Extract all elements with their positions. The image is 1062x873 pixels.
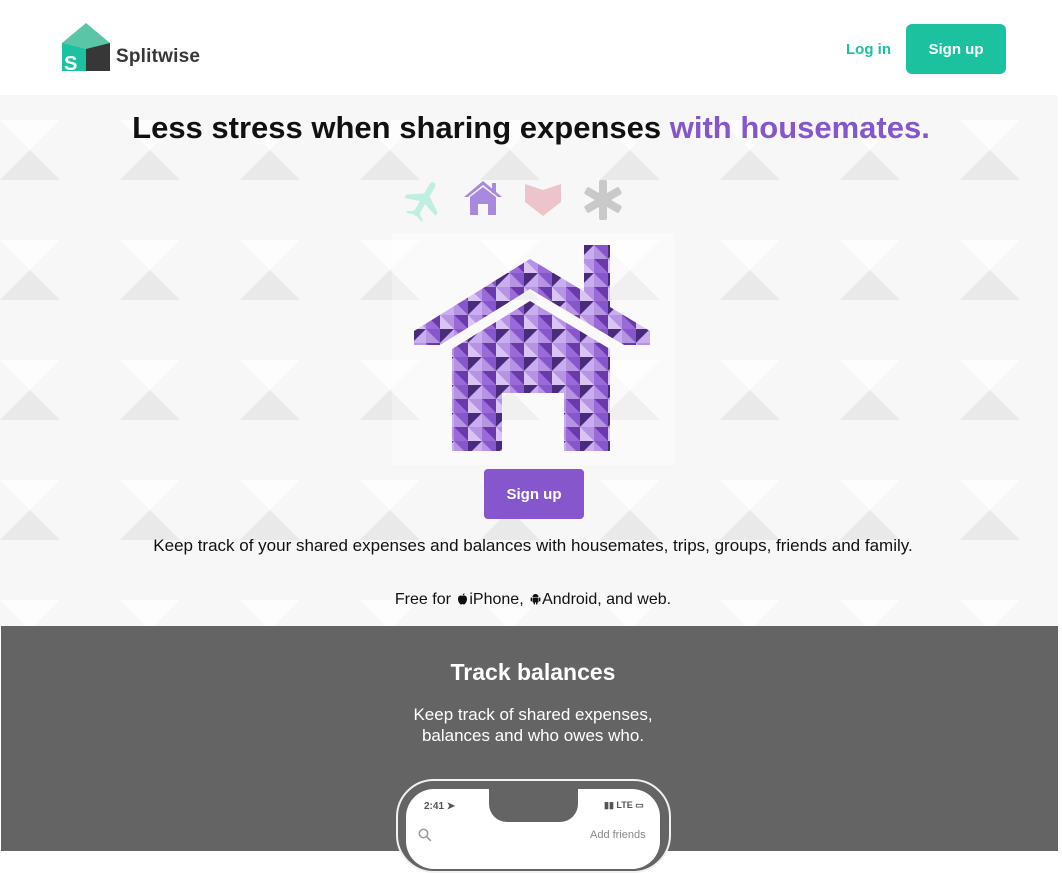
feature-description-line1: Keep track of shared expenses, (413, 705, 653, 724)
battery-icon: ▭ (635, 800, 644, 810)
airplane-icon[interactable] (404, 178, 444, 222)
headline-accent: with housemates. (669, 110, 930, 145)
feature-description: Keep track of shared expenses, balances … (383, 704, 683, 746)
logo-text: Splitwise (116, 46, 201, 67)
android-icon (530, 594, 541, 605)
platform-ios[interactable]: iPhone, (469, 591, 523, 608)
right-edge (1058, 0, 1062, 851)
hero-tagline: Keep track of your shared expenses and b… (153, 536, 913, 555)
splitwise-logo[interactable]: S Splitwise (60, 22, 210, 74)
heart-icon[interactable] (523, 178, 563, 218)
svg-text:S: S (64, 53, 77, 74)
add-friends-link[interactable]: Add friends (590, 829, 646, 841)
home-icon[interactable] (462, 178, 504, 218)
platforms-line: Free for iPhone, Android, and web. (0, 591, 1062, 609)
phone-time: 2:41 ➤ (424, 801, 455, 812)
feature-title: Track balances (450, 659, 616, 685)
platforms-suffix: and web. (601, 591, 672, 608)
search-icon[interactable] (418, 828, 432, 842)
hero-headline: Less stress when sharing expenses with h… (0, 110, 1062, 146)
phone-status: ▮▮ LTE ▭ (604, 800, 644, 811)
network-label: LTE (616, 800, 633, 810)
platform-android[interactable]: Android, (542, 591, 602, 608)
login-link[interactable]: Log in (846, 41, 891, 58)
phone-notch (489, 786, 578, 822)
signal-icon: ▮▮ (604, 800, 614, 810)
apple-icon (458, 593, 468, 605)
feature-description-line2: balances and who owes who. (421, 726, 645, 745)
splitwise-logo-icon: S (62, 23, 110, 74)
house-icon (414, 245, 650, 451)
signup-button-header[interactable]: Sign up (906, 24, 1006, 74)
category-icons (402, 178, 632, 224)
location-arrow-icon: ➤ (446, 801, 456, 812)
phone-time-text: 2:41 (424, 801, 445, 812)
platforms-prefix: Free for (394, 591, 451, 608)
headline-main: Less stress when sharing expenses (132, 110, 670, 145)
signup-button-hero[interactable]: Sign up (484, 469, 584, 519)
asterisk-icon[interactable] (582, 178, 624, 222)
